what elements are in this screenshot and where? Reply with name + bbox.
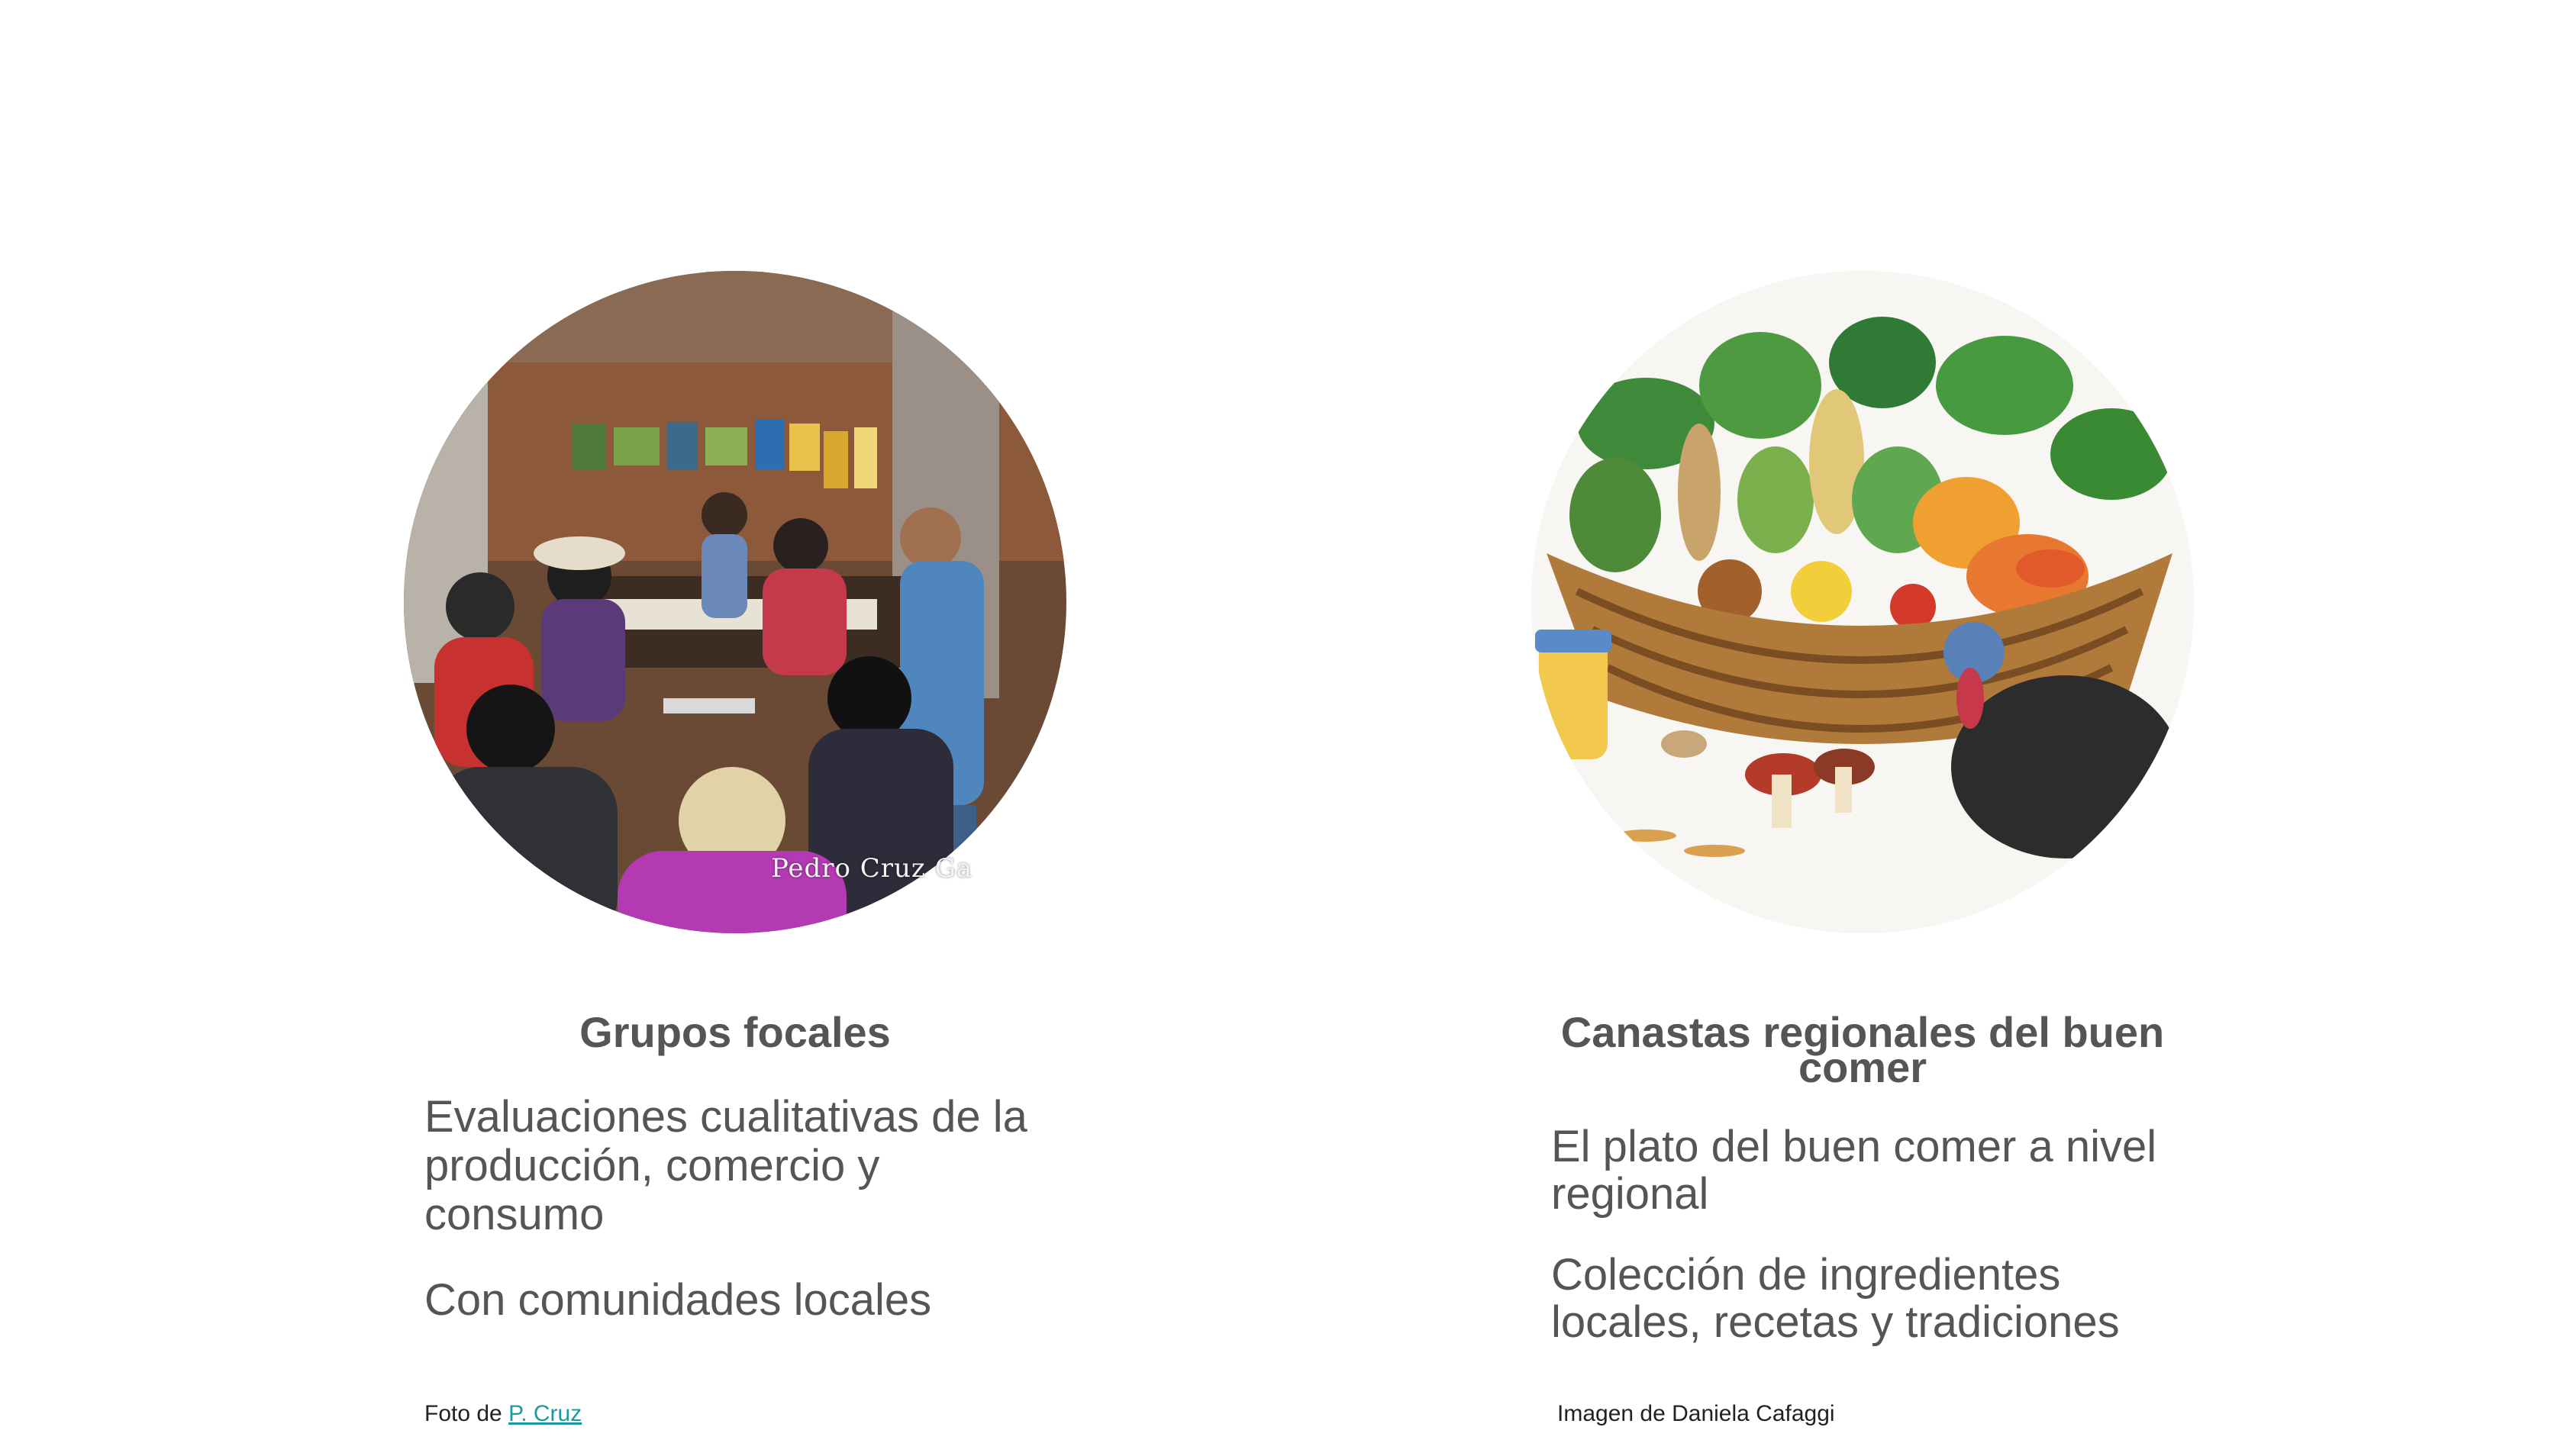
regional-baskets-collection-note: Colección de ingredientes locales, recet… [1551, 1250, 2120, 1347]
focus-group-photo [404, 271, 1066, 933]
focus-groups-description: Evaluaciones cualitativas de la producci… [424, 1092, 1027, 1239]
photo-watermark: Pedro Cruz Ga [771, 853, 973, 884]
focus-groups-community-note: Con comunidades locales [424, 1275, 932, 1325]
photo-credit-prefix: Foto de [424, 1401, 509, 1426]
regional-food-basket-illustration [1531, 271, 2194, 933]
photo-credit-caption: Foto de P. Cruz [424, 1401, 582, 1427]
regional-baskets-title: Canastas regionales del buen comer [1560, 1008, 2165, 1091]
photo-credit-link[interactable]: P. Cruz [508, 1401, 582, 1426]
regional-baskets-description: El plato del buen comer a nivel regional [1551, 1122, 2157, 1219]
image-credit-caption: Imagen de Daniela Cafaggi [1557, 1401, 1835, 1426]
focus-groups-title: Grupos focales [579, 1008, 891, 1056]
